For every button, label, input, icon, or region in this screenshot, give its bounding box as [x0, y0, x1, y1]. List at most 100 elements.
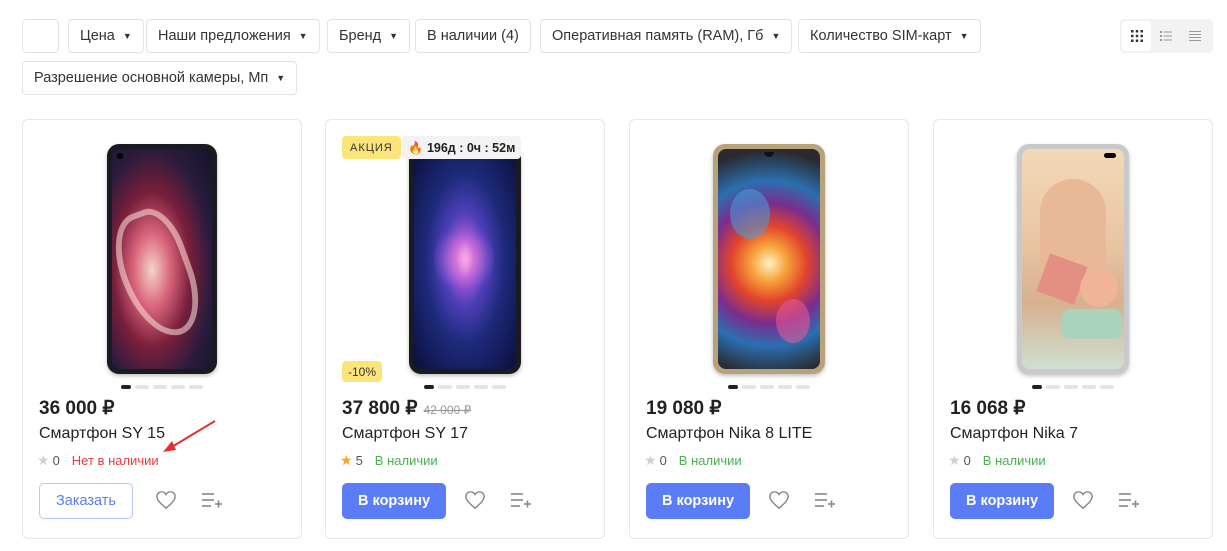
carousel-dot[interactable]	[728, 385, 738, 389]
rating-count: 0	[52, 453, 60, 468]
sale-badge: АКЦИЯ	[342, 136, 401, 159]
compare-list-icon[interactable]	[201, 490, 225, 512]
product-name[interactable]: Смартфон SY 15	[39, 425, 165, 443]
carousel-dot[interactable]	[742, 385, 756, 389]
countdown-timer: 🔥 196д : 0ч : 52м	[402, 136, 522, 159]
compare-list-icon[interactable]	[814, 490, 838, 512]
stock-status: Нет в наличии	[71, 453, 159, 468]
filter-ram-label: Оперативная память (RAM), Гб	[552, 28, 764, 44]
product-image[interactable]	[713, 144, 825, 374]
carousel-dot[interactable]	[153, 385, 167, 389]
carousel-dot[interactable]	[1064, 385, 1078, 389]
product-price: 19 080 ₽	[646, 398, 722, 419]
star-icon: ★	[340, 452, 353, 468]
carousel-dot[interactable]	[1046, 385, 1060, 389]
product-card[interactable]: 19 080 ₽ Смартфон Nika 8 LITE ★ 0 В нали…	[629, 119, 909, 539]
grid-view-icon[interactable]	[1122, 21, 1151, 51]
filter-camera[interactable]: Разрешение основной камеры, Мп ▼	[22, 61, 298, 95]
compare-list-icon[interactable]	[510, 490, 534, 512]
caret-down-icon: ▼	[298, 31, 308, 41]
product-price: 36 000 ₽	[39, 398, 115, 419]
view-toggle	[1120, 19, 1213, 53]
discount-badge: -10%	[342, 361, 383, 382]
add-to-cart-button[interactable]: В корзину	[950, 483, 1055, 519]
filter-camera-label: Разрешение основной камеры, Мп	[34, 70, 269, 86]
carousel-dot[interactable]	[492, 385, 506, 389]
product-name[interactable]: Смартфон Nika 7	[950, 425, 1078, 443]
carousel-dot[interactable]	[1100, 385, 1114, 389]
product-image[interactable]	[1017, 144, 1129, 374]
filter-price[interactable]: Цена ▼	[68, 19, 144, 53]
filter-price-label: Цена	[80, 28, 115, 44]
product-card[interactable]: 36 000 ₽ Смартфон SY 15 ★ 0 Нет в наличи…	[22, 119, 302, 539]
filter-ram[interactable]: Оперативная память (RAM), Гб ▼	[540, 19, 793, 53]
filter-sim[interactable]: Количество SIM-карт ▼	[798, 19, 981, 53]
image-carousel-dots[interactable]	[424, 385, 506, 389]
add-to-cart-button[interactable]: В корзину	[342, 483, 447, 519]
carousel-dot[interactable]	[438, 385, 452, 389]
product-price: 37 800 ₽	[342, 398, 418, 419]
caret-down-icon: ▼	[122, 31, 132, 41]
carousel-dot[interactable]	[135, 385, 149, 389]
fire-icon: 🔥	[408, 140, 423, 155]
heart-icon[interactable]	[155, 490, 179, 512]
star-icon: ★	[37, 452, 50, 468]
price-row: 37 800 ₽ 42 000 ₽	[342, 397, 471, 420]
carousel-dot[interactable]	[778, 385, 792, 389]
compact-list-view-icon[interactable]	[1180, 21, 1209, 51]
heart-icon[interactable]	[1072, 490, 1096, 512]
carousel-dot[interactable]	[424, 385, 434, 389]
stock-status: В наличии	[678, 453, 742, 468]
stock-status: В наличии	[982, 453, 1046, 468]
product-price: 16 068 ₽	[950, 398, 1026, 419]
filter-offers[interactable]: Наши предложения ▼	[146, 19, 320, 53]
caret-down-icon: ▼	[389, 31, 399, 41]
heart-icon[interactable]	[768, 490, 792, 512]
product-name[interactable]: Смартфон Nika 8 LITE	[646, 425, 812, 443]
price-row: 19 080 ₽	[646, 397, 721, 420]
rating-count: 0	[963, 453, 971, 468]
product-meta: ★ 0 Нет в наличии	[37, 452, 159, 469]
stock-status: В наличии	[374, 453, 438, 468]
carousel-dot[interactable]	[171, 385, 185, 389]
product-image[interactable]	[107, 144, 217, 374]
star-icon: ★	[948, 452, 961, 468]
carousel-dot[interactable]	[1082, 385, 1096, 389]
price-row: 16 068 ₽	[950, 397, 1025, 420]
carousel-dot[interactable]	[474, 385, 488, 389]
carousel-dot[interactable]	[189, 385, 203, 389]
product-meta: ★ 0 В наличии	[948, 452, 1046, 469]
carousel-dot[interactable]	[456, 385, 470, 389]
carousel-dot[interactable]	[760, 385, 774, 389]
product-image[interactable]	[409, 144, 521, 374]
caret-down-icon: ▼	[771, 31, 781, 41]
filter-in-stock-label: В наличии (4)	[427, 28, 519, 44]
rating-count: 0	[659, 453, 667, 468]
product-name[interactable]: Смартфон SY 17	[342, 425, 468, 443]
caret-down-icon: ▼	[276, 73, 286, 83]
filter-in-stock[interactable]: В наличии (4)	[415, 19, 531, 53]
heart-icon[interactable]	[464, 490, 488, 512]
order-button[interactable]: Заказать	[39, 483, 133, 519]
add-to-cart-button[interactable]: В корзину	[646, 483, 751, 519]
compare-list-icon[interactable]	[1118, 490, 1142, 512]
list-view-icon[interactable]	[1151, 21, 1180, 51]
product-meta: ★ 0 В наличии	[644, 452, 742, 469]
star-icon: ★	[644, 452, 657, 468]
product-card[interactable]: 16 068 ₽ Смартфон Nika 7 ★ 0 В наличии В…	[933, 119, 1213, 539]
filter-chip-empty[interactable]	[22, 19, 59, 53]
image-carousel-dots[interactable]	[728, 385, 810, 389]
filter-brand-label: Бренд	[339, 28, 382, 44]
carousel-dot[interactable]	[796, 385, 810, 389]
filter-brand[interactable]: Бренд ▼	[327, 19, 411, 53]
carousel-dot[interactable]	[121, 385, 131, 389]
image-carousel-dots[interactable]	[1032, 385, 1114, 389]
carousel-dot[interactable]	[1032, 385, 1042, 389]
filter-sim-label: Количество SIM-карт	[810, 28, 952, 44]
caret-down-icon: ▼	[959, 31, 969, 41]
product-meta: ★ 5 В наличии	[340, 452, 438, 469]
old-price: 42 000 ₽	[423, 403, 472, 417]
price-row: 36 000 ₽	[39, 397, 114, 420]
image-carousel-dots[interactable]	[121, 385, 203, 389]
product-card[interactable]: АКЦИЯ 🔥 196д : 0ч : 52м -10% 37 800 ₽ 42…	[325, 119, 605, 539]
